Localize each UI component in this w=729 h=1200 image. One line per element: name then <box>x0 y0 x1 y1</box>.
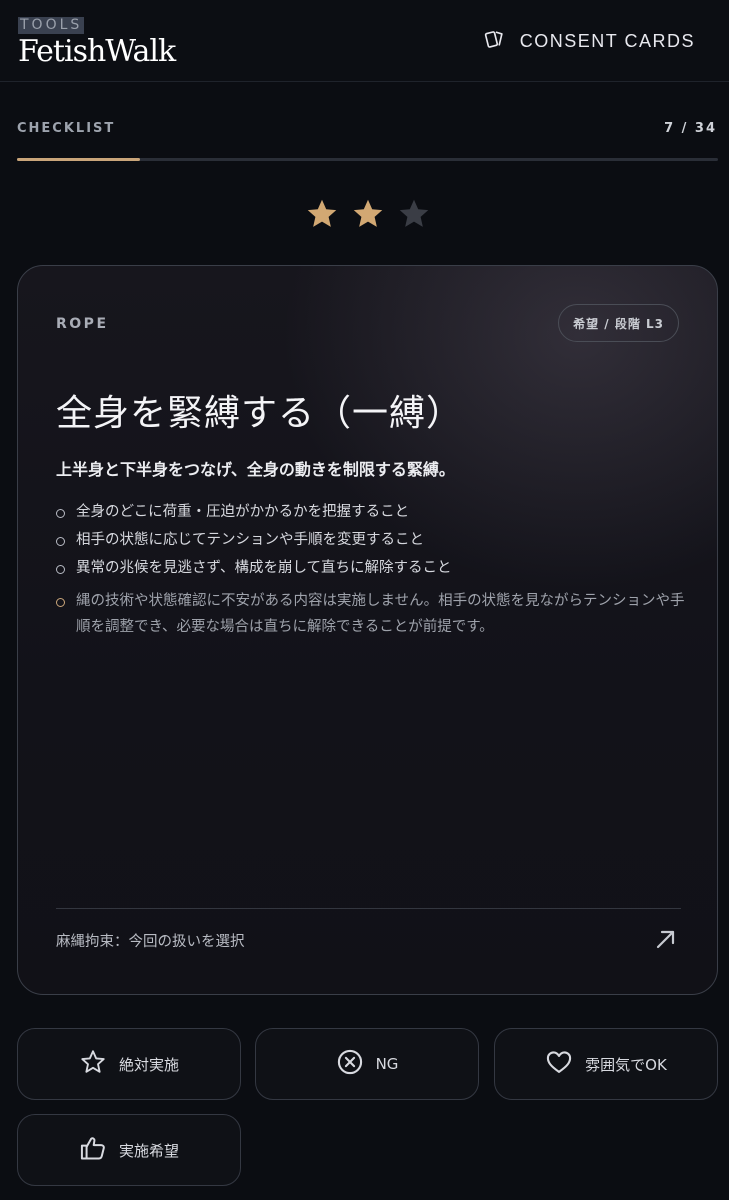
list-item: 異常の兆候を見逃さず、構成を崩して直ちに解除すること <box>56 554 686 582</box>
must-do-button[interactable]: 絶対実施 <box>17 1028 241 1100</box>
level-badge: 希望 / 段階 L3 <box>558 304 679 342</box>
consent-cards-label: CONSENT CARDS <box>519 31 695 51</box>
thumbs-up-icon <box>79 1134 107 1166</box>
consent-cards-button[interactable]: CONSENT CARDS <box>484 28 695 55</box>
card-title: 全身を緊縛する（一縛） <box>56 393 464 434</box>
action-label: 実施希望 <box>118 1141 179 1160</box>
action-label: 雰囲気でOK <box>585 1055 667 1074</box>
want-to-do-button[interactable]: 実施希望 <box>17 1114 241 1186</box>
progress-fill <box>17 158 141 161</box>
brand-subtitle: TOOLS <box>18 17 85 34</box>
rating-stars <box>304 196 432 236</box>
ok-by-mood-button[interactable]: 雰囲気でOK <box>494 1028 718 1100</box>
card-note: 縄の技術や状態確認に不安がある内容は実施しません。相手の状態を見ながらテンション… <box>56 588 686 640</box>
consent-card: ROPE 希望 / 段階 L3 全身を緊縛する（一縛） 上半身と下半身をつなげ、… <box>17 265 718 995</box>
cards-icon <box>484 28 506 55</box>
arrow-up-right-icon[interactable] <box>653 926 679 952</box>
card-description: 上半身と下半身をつなげ、全身の動きを制限する緊縛。 <box>56 460 455 479</box>
star-outline-icon <box>79 1048 107 1080</box>
ng-button[interactable]: NG <box>255 1028 479 1100</box>
progress-counter: 7 / 34 <box>664 121 717 136</box>
brand-title: FetishWalk <box>18 34 176 69</box>
star-filled-icon <box>350 196 386 236</box>
top-header: TOOLS FetishWalk CONSENT CARDS <box>0 0 729 82</box>
list-item: 全身のどこに荷重・圧迫がかかるかを把握すること <box>56 498 686 526</box>
progress-bar <box>17 158 718 161</box>
action-label: NG <box>375 1055 399 1073</box>
list-item: 相手の状態に応じてテンションや手順を変更すること <box>56 526 686 554</box>
star-filled-icon <box>304 196 340 236</box>
checklist-label: CHECKLIST <box>17 121 116 136</box>
card-bullets: 全身のどこに荷重・圧迫がかかるかを把握すること 相手の状態に応じてテンションや手… <box>56 498 686 582</box>
heart-outline-icon <box>545 1048 573 1080</box>
card-category: ROPE <box>56 316 109 332</box>
card-divider <box>56 908 681 909</box>
circle-x-icon <box>336 1048 364 1080</box>
action-label: 絶対実施 <box>118 1055 179 1074</box>
star-empty-icon <box>396 196 432 236</box>
card-footer-text: 麻縄拘束：今回の扱いを選択 <box>56 934 245 950</box>
brand[interactable]: TOOLS FetishWalk <box>18 14 176 70</box>
